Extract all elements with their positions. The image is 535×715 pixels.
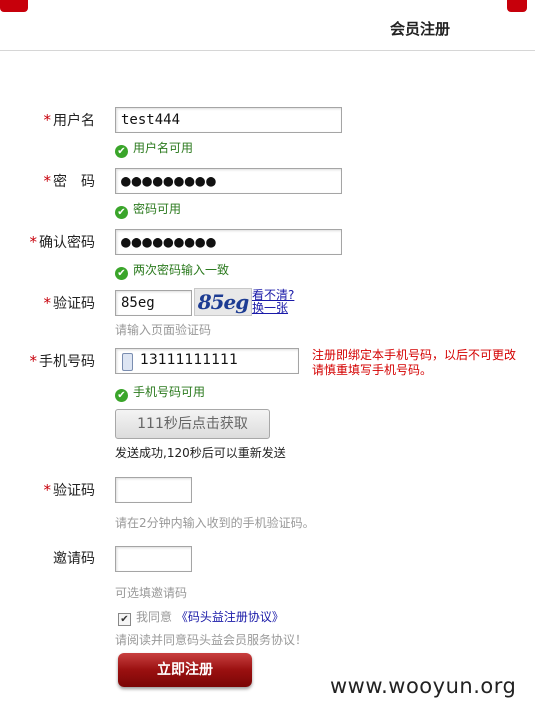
- check-icon: ✔: [115, 267, 128, 280]
- sms-sent-message: 发送成功,120秒后可以重新发送: [115, 446, 286, 460]
- check-icon: ✔: [115, 206, 128, 219]
- required-mark: *: [43, 111, 52, 129]
- captcha-input[interactable]: 85eg: [115, 290, 192, 316]
- invite-code-hint: 可选填邀请码: [115, 586, 188, 600]
- mobile-phone-icon: [122, 353, 133, 371]
- confirm-password-input[interactable]: ●●●●●●●●●: [115, 229, 342, 255]
- invite-code-label: 邀请码: [53, 551, 95, 567]
- sms-code-input[interactable]: [115, 477, 192, 503]
- captcha-image[interactable]: 85eg: [194, 288, 252, 316]
- header-bar: 会员注册: [0, 0, 535, 51]
- agreement-row: ✔ 我同意 《码头益注册协议》: [118, 608, 284, 626]
- password-label: * 密 码: [43, 172, 96, 190]
- header-decoration-right: [507, 0, 527, 12]
- username-label: * 用户名: [43, 111, 96, 129]
- phone-label: * 手机号码: [29, 352, 96, 370]
- required-mark: *: [29, 233, 38, 251]
- register-button[interactable]: 立即注册: [118, 653, 252, 687]
- captcha-label: * 验证码: [43, 294, 96, 312]
- password-status: ✔ 密码可用: [115, 201, 181, 219]
- check-icon: ✔: [115, 145, 128, 158]
- required-mark: *: [43, 481, 52, 499]
- captcha-hint: 请输入页面验证码: [115, 323, 212, 337]
- phone-status: ✔ 手机号码可用: [115, 384, 205, 402]
- agreement-link[interactable]: 《码头益注册协议》: [176, 610, 284, 624]
- confirm-password-status: ✔ 两次密码输入一致: [115, 262, 229, 280]
- agree-checkbox[interactable]: ✔: [118, 613, 131, 626]
- agree-text: 我同意: [136, 610, 173, 624]
- required-mark: *: [43, 172, 52, 190]
- check-icon: ✔: [115, 389, 128, 402]
- page-title: 会员注册: [390, 20, 451, 38]
- confirm-password-label: * 确认密码: [29, 233, 96, 251]
- username-status: ✔ 用户名可用: [115, 140, 193, 158]
- sms-code-label: * 验证码: [43, 481, 96, 499]
- phone-value: 13111111111: [140, 352, 238, 368]
- captcha-refresh-link[interactable]: 看不清? 换一张: [252, 289, 294, 315]
- sms-code-hint: 请在2分钟内输入收到的手机验证码。: [115, 516, 315, 530]
- required-mark: *: [43, 294, 52, 312]
- password-input[interactable]: ●●●●●●●●●: [115, 168, 342, 194]
- required-mark: *: [29, 352, 38, 370]
- invite-code-input[interactable]: [115, 546, 192, 572]
- username-input[interactable]: test444: [115, 107, 342, 133]
- phone-warning: 注册即绑定本手机号码，以后不可更改 请慎重填写手机号码。: [312, 348, 517, 377]
- watermark: www.wooyun.org: [330, 674, 517, 698]
- header-decoration: [0, 0, 28, 12]
- get-sms-code-button[interactable]: 111秒后点击获取: [115, 409, 270, 439]
- agreement-hint: 请阅读并同意码头益会员服务协议！: [115, 633, 308, 647]
